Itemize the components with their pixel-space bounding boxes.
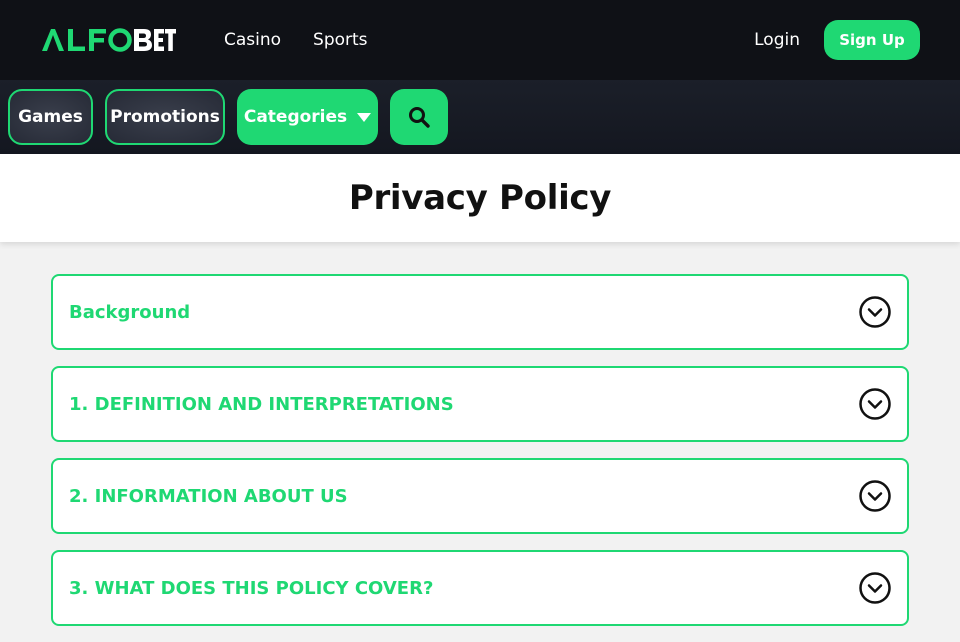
- promotions-button[interactable]: Promotions: [105, 89, 225, 145]
- accordion-item-background[interactable]: Background: [51, 274, 909, 350]
- categories-dropdown[interactable]: Categories: [237, 89, 378, 145]
- chevron-down-circle-icon[interactable]: [859, 388, 891, 420]
- nav-casino[interactable]: Casino: [224, 30, 281, 50]
- accordion-item-definitions[interactable]: 1. DEFINITION AND INTERPRETATIONS: [51, 366, 909, 442]
- chevron-down-circle-icon[interactable]: [859, 572, 891, 604]
- accordion-item-label: 2. INFORMATION ABOUT US: [69, 485, 348, 507]
- accordion-item-policy-cover[interactable]: 3. WHAT DOES THIS POLICY COVER?: [51, 550, 909, 626]
- page-title: Privacy Policy: [348, 178, 612, 218]
- top-header: Casino Sports Login Sign Up: [0, 0, 960, 80]
- search-button[interactable]: [390, 89, 448, 145]
- accordion-item-label: 1. DEFINITION AND INTERPRETATIONS: [69, 393, 454, 415]
- accordion-item-label: 3. WHAT DOES THIS POLICY COVER?: [69, 577, 434, 599]
- sub-navigation: Games Promotions Categories: [0, 80, 960, 154]
- logo-wordmark: [42, 28, 176, 52]
- categories-label: Categories: [243, 107, 348, 127]
- promotions-label: Promotions: [110, 107, 220, 127]
- search-icon: [409, 107, 430, 128]
- signup-button[interactable]: Sign Up: [824, 20, 920, 60]
- accordion-item-label: Background: [69, 301, 191, 323]
- chevron-down-circle-icon[interactable]: [859, 480, 891, 512]
- chevron-down-circle-icon[interactable]: [859, 296, 891, 328]
- site-logo[interactable]: [40, 25, 176, 55]
- policy-accordion: Background 1. DEFINITION AND INTERPRETAT…: [51, 274, 909, 642]
- page-title-band: Privacy Policy: [0, 154, 960, 242]
- nav-sports[interactable]: Sports: [313, 30, 368, 50]
- accordion-item-about-us[interactable]: 2. INFORMATION ABOUT US: [51, 458, 909, 534]
- games-label: Games: [18, 107, 83, 127]
- games-button[interactable]: Games: [8, 89, 93, 145]
- caret-down-icon: [357, 112, 372, 122]
- login-link[interactable]: Login: [754, 30, 800, 50]
